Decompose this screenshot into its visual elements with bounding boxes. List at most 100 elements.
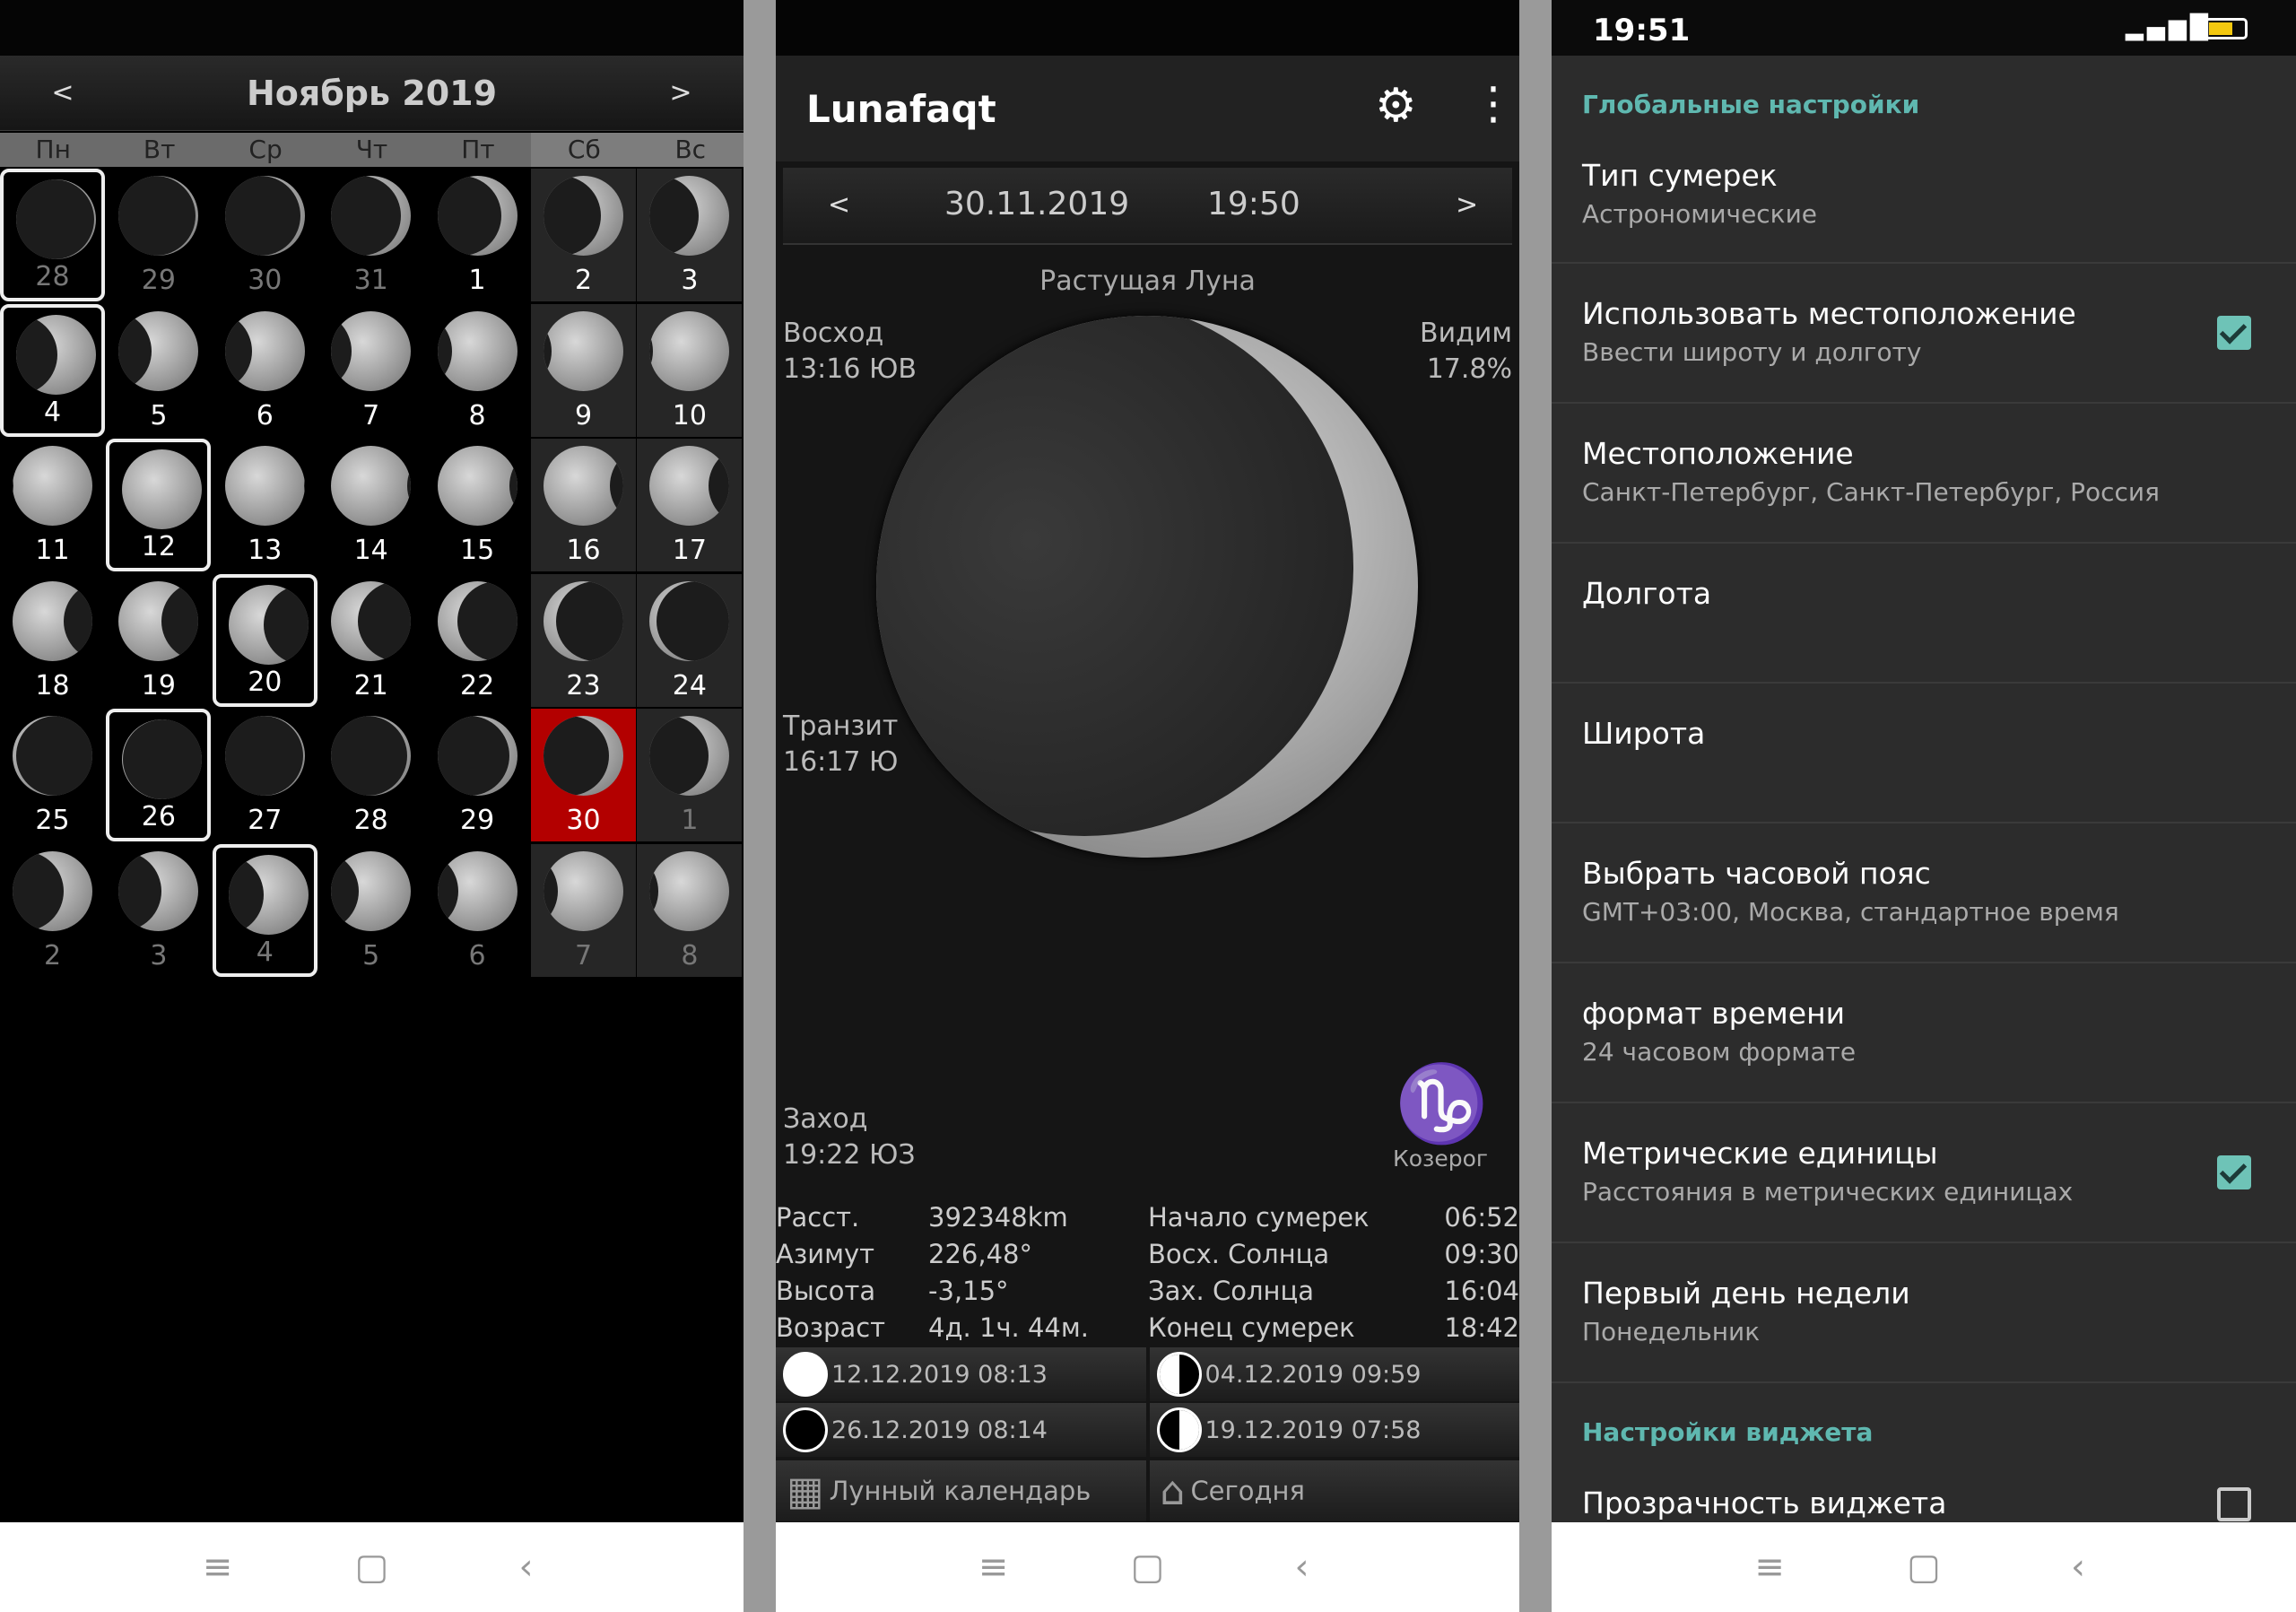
calendar-day[interactable]: 29 — [425, 709, 530, 841]
home-nav-icon[interactable]: ▢ — [345, 1549, 399, 1585]
calendar-day[interactable]: 3 — [637, 169, 743, 301]
stat-label: Конец сумерек — [1148, 1312, 1355, 1343]
longitude-setting[interactable]: Долгота — [1552, 544, 2296, 684]
prev-month-button[interactable]: < — [49, 77, 76, 109]
day-number: 16 — [566, 535, 601, 566]
current-time[interactable]: 19:50 — [1207, 186, 1300, 222]
metric-units-setting[interactable]: Метрические единицы Расстояния в метриче… — [1552, 1103, 2296, 1243]
calendar-day[interactable]: 31 — [318, 169, 423, 301]
calendar-day[interactable]: 6 — [425, 844, 530, 977]
calendar-day[interactable]: 1 — [425, 169, 530, 301]
back-nav-icon[interactable]: ‹ — [500, 1549, 553, 1585]
full-moon-date[interactable]: 12.12.2019 08:13 — [776, 1347, 1146, 1401]
visibility-info: Видим 17.8% — [1420, 316, 1512, 388]
first-quarter-date[interactable]: 19.12.2019 07:58 — [1149, 1403, 1519, 1457]
moon-phase-icon — [16, 179, 96, 259]
last-quarter-date[interactable]: 04.12.2019 09:59 — [1149, 1347, 1519, 1401]
lunar-calendar-button[interactable]: ▦ Лунный календарь — [776, 1460, 1146, 1521]
setting-title: Тип сумерек — [1582, 158, 1778, 193]
moon-phase-icon — [331, 716, 412, 796]
calendar-day[interactable]: 7 — [318, 304, 423, 437]
calendar-day[interactable]: 27 — [213, 709, 317, 841]
calendar-day[interactable]: 24 — [637, 573, 743, 707]
calendar-day[interactable]: 7 — [531, 843, 636, 977]
moon-phase-icon — [118, 580, 199, 661]
calendar-day[interactable]: 25 — [0, 709, 105, 841]
settings-gear-icon[interactable]: ⚙ — [1375, 83, 1417, 129]
timezone-setting[interactable]: Выбрать часовой пояс GMT+03:00, Москва, … — [1552, 823, 2296, 963]
menu-nav-icon[interactable]: ≡ — [967, 1549, 1021, 1585]
calendar-day[interactable]: 4 — [0, 303, 105, 437]
calendar-day[interactable]: 30 — [531, 709, 636, 841]
metric-units-checkbox[interactable] — [2217, 1155, 2251, 1189]
moon-detail-panel: Lunafaqt ⚙ ⋮ < 30.11.2019 19:50 > Растущ… — [776, 0, 1519, 1612]
calendar-day[interactable]: 17 — [637, 439, 743, 571]
calendar-day[interactable]: 6 — [213, 304, 317, 437]
back-nav-icon[interactable]: ‹ — [1275, 1549, 1329, 1585]
day-number: 22 — [460, 669, 495, 701]
widget-transparency-checkbox[interactable] — [2217, 1487, 2251, 1521]
calendar-day[interactable]: 15 — [425, 439, 530, 571]
more-options-icon[interactable]: ⋮ — [1471, 81, 1516, 126]
calendar-day[interactable]: 21 — [318, 574, 423, 707]
calendar-day[interactable]: 29 — [106, 169, 211, 301]
calendar-day[interactable]: 20 — [212, 573, 317, 707]
new-moon-date[interactable]: 26.12.2019 08:14 — [776, 1403, 1146, 1457]
calendar-day[interactable]: 22 — [425, 574, 530, 707]
full-moon-icon — [783, 1352, 828, 1397]
calendar-day[interactable]: 12 — [106, 439, 212, 571]
weekday-label: Вс — [637, 133, 744, 167]
calendar-day[interactable]: 14 — [318, 439, 423, 571]
stat-value: -3,15° — [928, 1276, 1009, 1306]
moon-phase-icon — [649, 580, 730, 661]
calendar-day[interactable]: 11 — [0, 439, 105, 571]
stat-value: 4д. 1ч. 44м. — [928, 1312, 1089, 1343]
top-bar — [776, 0, 1519, 56]
moon-phase-name: Растущая Луна — [1039, 266, 1256, 297]
calendar-day[interactable]: 18 — [0, 574, 105, 707]
calendar-day[interactable]: 26 — [106, 709, 212, 841]
day-number: 17 — [672, 535, 707, 566]
moon-phase-icon — [649, 716, 730, 796]
menu-nav-icon[interactable]: ≡ — [191, 1549, 245, 1585]
calendar-day[interactable]: 9 — [531, 303, 636, 437]
weekday-label: Чт — [355, 135, 388, 164]
home-nav-icon[interactable]: ▢ — [1121, 1549, 1175, 1585]
calendar-day[interactable]: 28 — [318, 709, 423, 841]
calendar-day[interactable]: 10 — [637, 303, 743, 437]
calendar-day[interactable]: 2 — [0, 844, 105, 977]
twilight-type-setting[interactable]: Тип сумерек Астрономические — [1552, 144, 2296, 264]
use-location-checkbox[interactable] — [2217, 316, 2251, 350]
menu-nav-icon[interactable]: ≡ — [1743, 1549, 1796, 1585]
calendar-day[interactable]: 16 — [531, 439, 636, 571]
calendar-day[interactable]: 4 — [212, 843, 317, 977]
stat-label: Высота — [776, 1276, 876, 1306]
use-location-setting[interactable]: Использовать местоположение Ввести широт… — [1552, 264, 2296, 404]
calendar-day[interactable]: 8 — [425, 304, 530, 437]
next-date-button[interactable]: > — [1456, 189, 1478, 221]
calendar-day[interactable]: 5 — [318, 844, 423, 977]
calendar-day[interactable]: 23 — [531, 573, 636, 707]
calendar-day[interactable]: 30 — [213, 169, 317, 301]
calendar-day[interactable]: 28 — [0, 169, 105, 301]
phase-dates-row: 26.12.2019 08:14 19.12.2019 07:58 — [776, 1403, 1519, 1457]
calendar-day[interactable]: 5 — [106, 304, 211, 437]
lunar-calendar-label: Лунный календарь — [829, 1476, 1091, 1506]
calendar-day[interactable]: 13 — [213, 439, 317, 571]
calendar-day[interactable]: 3 — [106, 844, 211, 977]
today-button[interactable]: ⌂ Сегодня — [1149, 1460, 1519, 1521]
location-setting[interactable]: Местоположение Санкт-Петербург, Санкт-Пе… — [1552, 404, 2296, 544]
time-format-setting[interactable]: формат времени 24 часовом формате — [1552, 963, 2296, 1103]
home-nav-icon[interactable]: ▢ — [1897, 1549, 1951, 1585]
calendar-day[interactable]: 2 — [531, 169, 636, 301]
calendar-day[interactable]: 19 — [106, 574, 211, 707]
back-nav-icon[interactable]: ‹ — [2051, 1549, 2105, 1585]
calendar-day[interactable]: 1 — [637, 709, 743, 841]
prev-date-button[interactable]: < — [828, 189, 850, 221]
latitude-setting[interactable]: Широта — [1552, 684, 2296, 823]
setting-title: Метрические единицы — [1582, 1136, 1938, 1171]
calendar-day[interactable]: 8 — [637, 843, 743, 977]
next-month-button[interactable]: > — [667, 77, 694, 109]
first-day-setting[interactable]: Первый день недели Понедельник — [1552, 1243, 2296, 1383]
current-date[interactable]: 30.11.2019 — [944, 186, 1129, 222]
